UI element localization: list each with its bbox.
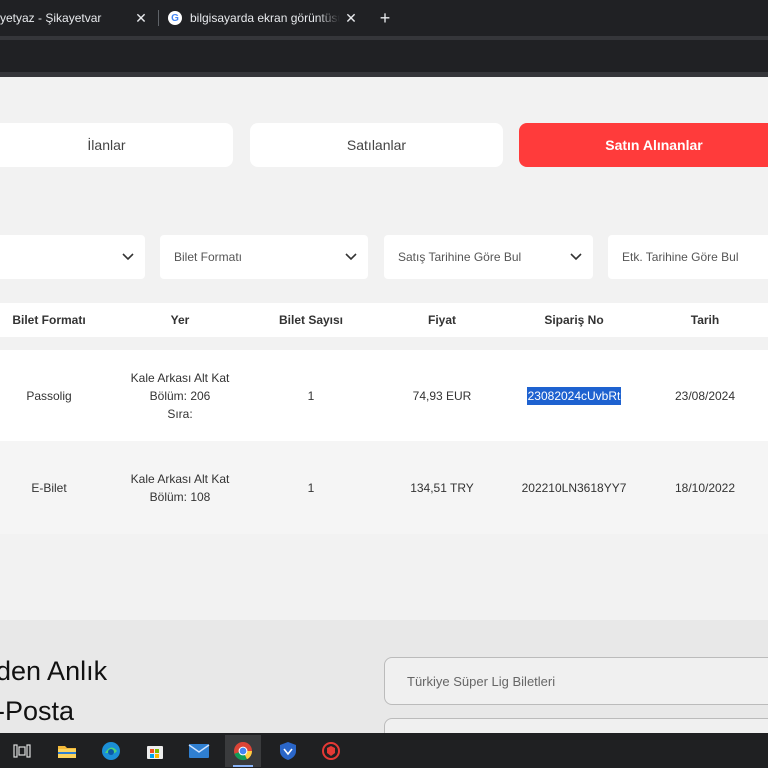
- newsletter-heading-line2: -Posta: [0, 696, 75, 726]
- edge-icon[interactable]: [93, 735, 129, 767]
- selected-order-no[interactable]: 23082024cUvbRt: [526, 386, 622, 405]
- column-header: Yer: [170, 313, 190, 327]
- browser-tab-sikayetvar[interactable]: yetyaz - Şikayetvar ✕: [0, 0, 150, 36]
- tab-satilanlar[interactable]: Satılanlar: [250, 123, 503, 167]
- filter-label: Satış Tarihine Göre Bul: [398, 250, 522, 264]
- cell-price: 134,51 TRY: [410, 480, 474, 495]
- mail-icon[interactable]: [181, 735, 217, 767]
- chevron-down-icon: [122, 253, 134, 261]
- cell-location: Kale Arkası Alt Kat Bölüm: 108: [115, 441, 245, 534]
- windows-taskbar: [0, 733, 768, 768]
- browser-toolbar: [0, 36, 768, 77]
- filter-label: Etk. Tarihine Göre Bul: [622, 250, 739, 264]
- file-explorer-icon[interactable]: [49, 735, 85, 767]
- cell-order-no[interactable]: 202210LN3618YY7: [510, 441, 638, 534]
- column-header: Tarih: [690, 313, 720, 327]
- tab-satin-alinanlar[interactable]: Satın Alınanlar: [519, 123, 768, 167]
- cell-format: E-Bilet: [31, 480, 67, 495]
- location-line: Bölüm: 108: [149, 489, 211, 504]
- close-tab-icon[interactable]: ✕: [132, 9, 150, 27]
- location-line: Sıra:: [167, 406, 193, 421]
- cell-order-no[interactable]: 23082024cUvbRt: [510, 350, 638, 441]
- location-line: Kale Arkası Alt Kat: [130, 471, 230, 486]
- table-row[interactable]: Passolig Kale Arkası Alt Kat Bölüm: 206 …: [0, 350, 768, 441]
- tab-ilanlar[interactable]: İlanlar: [0, 123, 233, 167]
- column-header: Bilet Formatı: [12, 313, 86, 327]
- google-icon: G: [168, 11, 182, 25]
- chrome-icon[interactable]: [225, 735, 261, 767]
- cell-location: Kale Arkası Alt Kat Bölüm: 206 Sıra:: [115, 350, 245, 441]
- newsletter-section: den Anlık -Posta Türkiye Süper Lig Bilet…: [0, 620, 768, 748]
- tab-separator: [158, 10, 159, 26]
- vpn-shield-icon[interactable]: [270, 735, 306, 767]
- browser-tab-title: bilgisayarda ekran görüntüsü alma: [190, 11, 340, 25]
- table-header: Bilet Formatı Yer Bilet Sayısı Fiyat Sip…: [0, 303, 768, 337]
- cell-ticket-count: 1: [307, 480, 315, 495]
- filter-dropdown-event-date[interactable]: Etk. Tarihine Göre Bul: [608, 235, 768, 279]
- chevron-down-icon: [345, 253, 357, 261]
- browser-tab-title: yetyaz - Şikayetvar: [0, 11, 102, 25]
- cell-ticket-count: 1: [307, 388, 315, 403]
- cell-date: 18/10/2022: [674, 480, 736, 495]
- column-header: Bilet Sayısı: [278, 313, 344, 327]
- cell-format: Passolig: [26, 388, 72, 403]
- chevron-down-icon: [570, 253, 582, 261]
- filter-dropdown-event[interactable]: [0, 235, 145, 279]
- filter-label: Bilet Formatı: [174, 250, 243, 264]
- location-line: Bölüm: 206: [149, 388, 211, 403]
- column-header: Fiyat: [427, 313, 456, 327]
- store-icon[interactable]: [137, 735, 173, 767]
- new-tab-button[interactable]: +: [374, 7, 396, 29]
- column-header: Sipariş No: [544, 313, 604, 327]
- task-view-icon[interactable]: [4, 735, 40, 767]
- filter-dropdown-sale-date[interactable]: Satış Tarihine Göre Bul: [384, 235, 593, 279]
- cell-price: 74,93 EUR: [412, 388, 472, 403]
- newsletter-heading-line1: den Anlık: [0, 656, 108, 686]
- page-content: İlanlar Satılanlar Satın Alınanlar Bilet…: [0, 77, 768, 620]
- address-bar[interactable]: [0, 40, 768, 72]
- browser-tab-google[interactable]: G bilgisayarda ekran görüntüsü alma ✕: [168, 0, 360, 36]
- filter-dropdown-ticket-format[interactable]: Bilet Formatı: [160, 235, 368, 279]
- browser-tab-bar: yetyaz - Şikayetvar ✕ G bilgisayarda ekr…: [0, 0, 768, 36]
- location-line: Kale Arkası Alt Kat: [130, 370, 230, 385]
- security-app-icon[interactable]: [313, 735, 349, 767]
- table-row[interactable]: E-Bilet Kale Arkası Alt Kat Bölüm: 108 1…: [0, 441, 768, 534]
- cell-date: 23/08/2024: [674, 388, 736, 403]
- newsletter-league-select[interactable]: Türkiye Süper Lig Biletleri: [384, 657, 768, 705]
- close-tab-icon[interactable]: ✕: [342, 9, 360, 27]
